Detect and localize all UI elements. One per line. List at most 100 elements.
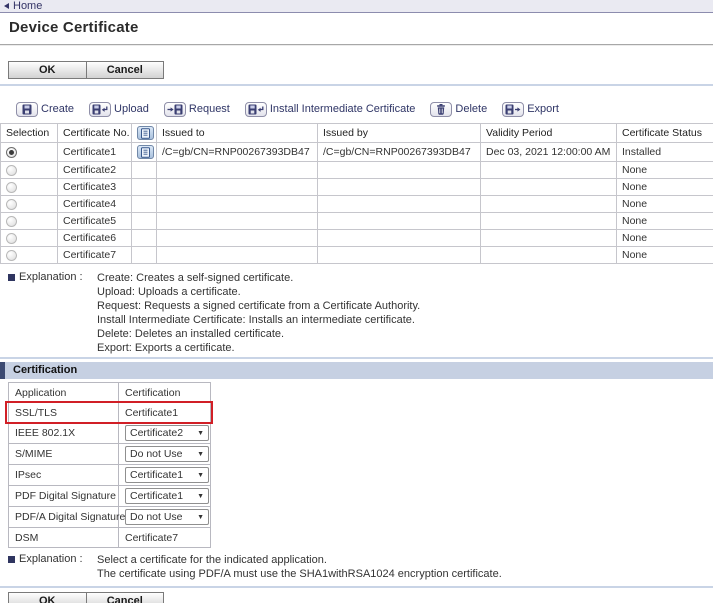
page-title: Device Certificate bbox=[9, 19, 713, 36]
create-button[interactable]: Create bbox=[16, 102, 74, 117]
select-value: Certificate2 bbox=[130, 427, 183, 439]
application-cell: PDF Digital Signature bbox=[9, 486, 119, 507]
certificate2-select-radio[interactable] bbox=[6, 165, 17, 176]
pdfa-signature-certificate-select[interactable]: Do not Use▼ bbox=[125, 509, 209, 525]
application-cell: SSL/TLS bbox=[9, 403, 119, 423]
explanation-line: Delete: Deletes an installed certificate… bbox=[97, 327, 420, 341]
col-certificate-status: Certificate Status bbox=[617, 124, 713, 143]
certificate1-select-radio[interactable] bbox=[6, 147, 17, 158]
table-row: Certificate2 None bbox=[1, 162, 713, 179]
separator-line bbox=[0, 586, 713, 588]
application-cell: PDF/A Digital Signature bbox=[9, 507, 119, 528]
smime-certificate-select[interactable]: Do not Use ▼ bbox=[125, 446, 209, 462]
application-cell: S/MIME bbox=[9, 444, 119, 465]
delete-label: Delete bbox=[455, 103, 487, 115]
table-row: Certificate4 None bbox=[1, 196, 713, 213]
certificate3-select-radio[interactable] bbox=[6, 182, 17, 193]
col-application: Application bbox=[9, 383, 119, 403]
certificate-toolbar: Create Upload Request Install Intermedia… bbox=[16, 100, 713, 118]
ieee8021x-certificate-select[interactable]: Certificate2▼ bbox=[125, 425, 209, 441]
upload-certificate-icon bbox=[89, 102, 111, 117]
ipsec-certificate-select[interactable]: Certificate1 ▼ bbox=[125, 467, 209, 483]
ok-button[interactable]: OK bbox=[9, 62, 86, 78]
status-cell: None bbox=[617, 179, 713, 196]
application-cell: IEEE 802.1X bbox=[9, 423, 119, 444]
application-cell: DSM bbox=[9, 528, 119, 548]
cancel-button[interactable]: Cancel bbox=[86, 593, 164, 603]
table-row: Certificate3 None bbox=[1, 179, 713, 196]
export-button[interactable]: Export bbox=[502, 102, 559, 117]
explanation-line: Request: Requests a signed certificate f… bbox=[97, 299, 420, 313]
select-value: Certificate1 bbox=[130, 490, 183, 502]
issued-to-cell bbox=[157, 213, 318, 230]
install-intermediate-certificate-icon bbox=[245, 102, 267, 117]
table-row: Certificate7 None bbox=[1, 247, 713, 264]
breadcrumb-home-link[interactable]: Home bbox=[13, 1, 42, 12]
col-issued-by: Issued by bbox=[318, 124, 481, 143]
install-intermediate-certificate-label: Install Intermediate Certificate bbox=[270, 103, 416, 115]
col-certificate-no: Certificate No. bbox=[58, 124, 132, 143]
chevron-down-icon: ▼ bbox=[197, 451, 204, 458]
separator-line bbox=[0, 84, 713, 86]
explanation-label: Explanation : bbox=[19, 271, 83, 283]
validity-cell bbox=[481, 162, 617, 179]
certification-row-pdf-signature: PDF Digital Signature Certificate1 ▼ bbox=[9, 486, 211, 507]
explanation-line: Select a certificate for the indicated a… bbox=[97, 553, 502, 567]
certificate6-select-radio[interactable] bbox=[6, 233, 17, 244]
col-certification: Certification bbox=[119, 383, 211, 403]
issued-by-cell bbox=[318, 179, 481, 196]
issued-by-cell bbox=[318, 213, 481, 230]
certification-section-header: Certification bbox=[0, 362, 713, 379]
issued-by-cell bbox=[318, 247, 481, 264]
certification-row-pdfa-signature: PDF/A Digital Signature Do not Use▼ bbox=[9, 507, 211, 528]
select-value: Certificate1 bbox=[130, 469, 183, 481]
delete-button[interactable]: Delete bbox=[430, 102, 487, 117]
toolbar-explanation: Explanation : Create: Creates a self-sig… bbox=[8, 271, 713, 355]
request-label: Request bbox=[189, 103, 230, 115]
explanation-line: Export: Exports a certificate. bbox=[97, 341, 420, 355]
table-row: Certificate1 /C=gb/CN=RNP00267393DB47 /C… bbox=[1, 143, 713, 162]
status-cell: None bbox=[617, 196, 713, 213]
issued-by-cell bbox=[318, 162, 481, 179]
explanation-line: Create: Creates a self-signed certificat… bbox=[97, 271, 420, 285]
certificate7-select-radio[interactable] bbox=[6, 250, 17, 261]
bottom-button-group: OK Cancel bbox=[8, 592, 164, 603]
certificate4-select-radio[interactable] bbox=[6, 199, 17, 210]
bullet-icon bbox=[8, 274, 15, 281]
certification-value: Certificate7 bbox=[119, 528, 211, 548]
explanation-label: Explanation : bbox=[19, 553, 83, 565]
col-validity-period: Validity Period bbox=[481, 124, 617, 143]
chevron-down-icon: ▼ bbox=[197, 472, 204, 479]
certificate-no-cell: Certificate1 bbox=[58, 143, 132, 162]
cancel-button[interactable]: Cancel bbox=[86, 62, 164, 78]
status-cell: None bbox=[617, 213, 713, 230]
separator-line bbox=[0, 357, 713, 359]
bullet-icon bbox=[8, 556, 15, 563]
certificate-no-cell: Certificate7 bbox=[58, 247, 132, 264]
col-details bbox=[132, 124, 157, 143]
col-selection: Selection bbox=[1, 124, 58, 143]
explanation-line: The certificate using PDF/A must use the… bbox=[97, 567, 502, 581]
create-label: Create bbox=[41, 103, 74, 115]
ok-button[interactable]: OK bbox=[9, 593, 86, 603]
select-value: Do not Use bbox=[130, 448, 183, 460]
certification-row-ipsec: IPsec Certificate1▼ bbox=[9, 465, 211, 486]
top-button-group: OK Cancel bbox=[8, 61, 164, 79]
certification-row-dsm: DSM Certificate7 bbox=[9, 528, 211, 548]
issued-to-cell bbox=[157, 179, 318, 196]
issued-to-cell bbox=[157, 162, 318, 179]
status-cell: None bbox=[617, 162, 713, 179]
certification-value: Certificate1 bbox=[119, 403, 211, 423]
issued-by-cell: /C=gb/CN=RNP00267393DB47 bbox=[318, 143, 481, 162]
chevron-down-icon: ▼ bbox=[197, 493, 204, 500]
device-certificate-table: Selection Certificate No. Issued to Issu… bbox=[0, 123, 713, 264]
pdf-signature-certificate-select[interactable]: Certificate1 ▼ bbox=[125, 488, 209, 504]
request-button[interactable]: Request bbox=[164, 102, 230, 117]
upload-button[interactable]: Upload bbox=[89, 102, 149, 117]
install-intermediate-certificate-button[interactable]: Install Intermediate Certificate bbox=[245, 102, 416, 117]
certificate-details-icon bbox=[137, 126, 154, 140]
export-label: Export bbox=[527, 103, 559, 115]
certificate1-details-button[interactable] bbox=[137, 145, 154, 159]
certificate5-select-radio[interactable] bbox=[6, 216, 17, 227]
delete-certificate-icon bbox=[430, 102, 452, 117]
